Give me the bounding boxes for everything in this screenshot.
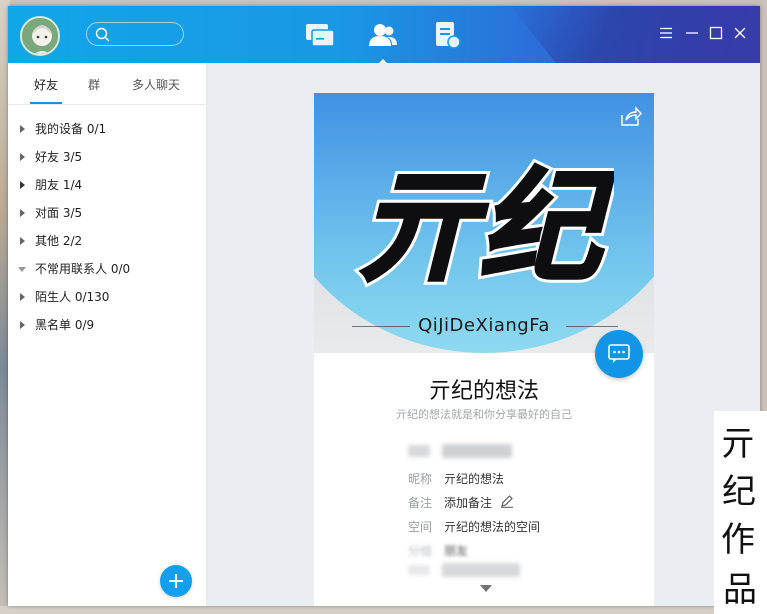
group-label: 我的设备 <box>35 122 84 136</box>
notes-icon <box>436 22 461 49</box>
group-label: 陌生人 <box>35 290 72 304</box>
friend-group-list: 我的设备 0/1 好友 3/5 朋友 1/4 对面 3/5 其他 2/2 不常用… <box>8 117 207 341</box>
group-count: 0/1 <box>86 122 107 136</box>
group-label: 朋友 <box>35 178 60 192</box>
tab-multi-chat[interactable]: 多人聊天 <box>132 76 180 93</box>
tab-groups[interactable]: 群 <box>88 76 100 93</box>
group-label: 对面 <box>35 206 60 220</box>
collapse-arrow-icon <box>18 267 26 272</box>
banner-caption: QiJiDeXiangFa <box>418 315 550 336</box>
watermark: 亓 纪 作 品 <box>714 411 767 614</box>
watermark-char-3: 作 <box>721 520 755 560</box>
maximize-button[interactable] <box>708 25 724 41</box>
plus-icon <box>169 574 183 588</box>
group-count: 1/4 <box>62 178 83 192</box>
profile-signature: 亓纪的想法就是和你分享最好的自己 <box>396 408 572 421</box>
profile-banner: 亓纪 亓纪 QiJiDeXiangFa <box>314 93 654 353</box>
group-count: 3/5 <box>62 150 83 164</box>
group-count: 2/2 <box>62 234 83 248</box>
expand-arrow-icon <box>20 181 25 189</box>
nickname-label: 昵称 <box>408 472 433 486</box>
expand-arrow-icon <box>20 293 25 301</box>
menu-button[interactable] <box>658 25 674 41</box>
account-number-redacted <box>442 444 512 458</box>
tab-space[interactable] <box>432 20 464 50</box>
group-item-infrequent[interactable]: 不常用联系人 0/0 <box>8 257 207 285</box>
profile-name: 亓纪的想法 <box>428 379 539 404</box>
watermark-calligraphy: 亓 纪 作 品 <box>721 424 757 610</box>
user-avatar[interactable] <box>20 16 60 56</box>
group-item-blacklist[interactable]: 黑名单 0/9 <box>8 313 207 341</box>
group-label: 不常用联系人 <box>35 262 108 276</box>
group-count: 0/0 <box>110 262 131 276</box>
group-item-pals[interactable]: 朋友 1/4 <box>8 173 207 201</box>
qzone-label: 空间 <box>408 520 433 534</box>
contact-subtabs: 好友 群 多人聊天 <box>8 63 207 105</box>
minimize-icon <box>686 32 698 34</box>
expand-arrow-icon <box>20 321 25 329</box>
pencil-icon <box>501 495 513 508</box>
group-item-friends[interactable]: 好友 3/5 <box>8 145 207 173</box>
menu-icon <box>660 27 672 39</box>
expand-more-icon[interactable] <box>480 585 492 592</box>
share-button[interactable] <box>618 105 642 129</box>
watermark-char-2: 纪 <box>722 472 756 512</box>
tab-messages[interactable] <box>304 20 336 50</box>
search-icon <box>95 27 110 42</box>
maximize-icon <box>709 26 723 40</box>
group-item-strangers[interactable]: 陌生人 0/130 <box>8 285 207 313</box>
group-label: 其他 <box>35 234 60 248</box>
group-count: 0/9 <box>74 318 95 332</box>
close-button[interactable] <box>732 25 748 41</box>
group-count: 0/130 <box>74 290 110 304</box>
active-tab-indicator <box>30 102 62 104</box>
group-item-opposite[interactable]: 对面 3/5 <box>8 201 207 229</box>
group-count: 3/5 <box>62 206 83 220</box>
qq-main-window: 好友 群 多人聊天 我的设备 0/1 好友 3/5 朋友 1/4 对面 3/5 <box>8 6 760 606</box>
remark-label: 备注 <box>408 496 433 510</box>
banner-logo-image: 亓纪 亓纪 <box>353 152 615 302</box>
expand-arrow-icon <box>20 153 25 161</box>
nickname-value: 亓纪的想法 <box>444 472 505 486</box>
group-label: 好友 <box>35 150 60 164</box>
expand-arrow-icon <box>20 237 25 245</box>
minimize-button[interactable] <box>684 25 700 41</box>
qzone-link[interactable]: 亓纪的想法的空间 <box>444 518 540 535</box>
field-value-redacted <box>442 563 520 577</box>
watermark-char-1: 亓 <box>721 424 755 464</box>
avatar-face-icon <box>22 18 58 54</box>
search-input[interactable] <box>86 22 184 46</box>
contacts-sidebar: 好友 群 多人聊天 我的设备 0/1 好友 3/5 朋友 1/4 对面 3/5 <box>8 63 207 606</box>
banner-logo-text-fill: 亓纪 <box>357 156 614 298</box>
tab-contacts[interactable] <box>367 20 399 63</box>
desktop-background-bottom <box>0 606 767 614</box>
chat-window-icon <box>306 24 335 47</box>
group-item-other[interactable]: 其他 2/2 <box>8 229 207 257</box>
message-icon <box>608 344 630 363</box>
edit-remark-button[interactable] <box>500 493 514 508</box>
title-bar <box>8 6 760 63</box>
field-label-redacted <box>408 565 430 575</box>
profile-card: 亓纪 亓纪 QiJiDeXiangFa 亓纪的想法 亓纪的想法就是和你分享最好的… <box>314 93 654 606</box>
add-contact-button[interactable] <box>160 565 192 597</box>
group-label-blurred: 分组 <box>408 544 433 558</box>
watermark-char-4: 品 <box>723 570 757 610</box>
group-select-blurred[interactable]: 朋友 <box>444 542 468 559</box>
group-item-my-devices[interactable]: 我的设备 0/1 <box>8 117 207 145</box>
contacts-icon <box>369 24 397 46</box>
account-label-redacted <box>408 445 430 457</box>
send-message-button[interactable] <box>595 330 643 378</box>
tab-friends[interactable]: 好友 <box>34 76 58 93</box>
expand-arrow-icon <box>20 209 25 217</box>
expand-arrow-icon <box>20 125 25 133</box>
share-icon <box>621 106 642 126</box>
add-remark-link[interactable]: 添加备注 <box>444 494 492 511</box>
close-icon <box>734 27 746 39</box>
group-label: 黑名单 <box>35 318 72 332</box>
